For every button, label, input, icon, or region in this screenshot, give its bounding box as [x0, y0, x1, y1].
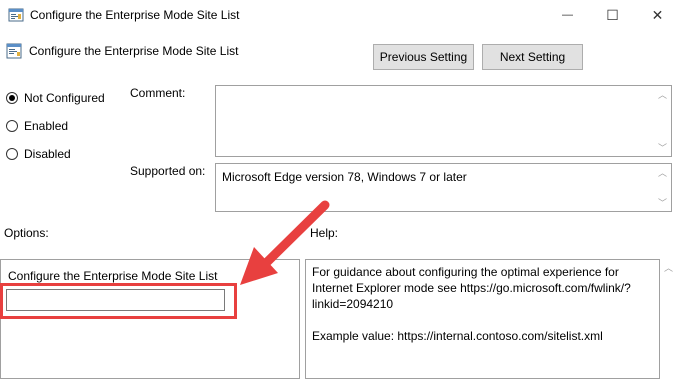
help-text: For guidance about configuring the optim…	[312, 264, 631, 344]
policy-editor-icon	[8, 8, 24, 22]
help-line: Example value: https://internal.contoso.…	[312, 329, 603, 343]
comment-label: Comment:	[130, 86, 186, 100]
radio-button[interactable]	[6, 148, 18, 160]
close-button[interactable]: ✕	[635, 0, 680, 30]
help-line: For guidance about configuring the optim…	[312, 265, 619, 279]
scroll-up-icon[interactable]: ︿	[654, 164, 671, 181]
radio-disabled[interactable]: Disabled	[6, 145, 71, 163]
radio-button[interactable]	[6, 92, 18, 104]
supported-value: Microsoft Edge version 78, Windows 7 or …	[222, 170, 467, 184]
scroll-down-icon[interactable]: ﹀	[654, 194, 671, 211]
radio-not-configured[interactable]: Not Configured	[6, 89, 105, 107]
help-scrollbar[interactable]: ︿	[660, 259, 677, 379]
maximize-button[interactable]: ☐	[590, 0, 635, 30]
supported-label: Supported on:	[130, 164, 206, 178]
minimize-button[interactable]: —	[545, 0, 590, 30]
maximize-icon: ☐	[606, 6, 619, 23]
comment-scrollbar[interactable]: ︿ ﹀	[654, 86, 671, 156]
previous-setting-label: Previous Setting	[379, 50, 468, 64]
site-list-field-label: Configure the Enterprise Mode Site List	[8, 269, 218, 283]
annotation-highlight-box	[0, 283, 237, 319]
close-icon: ✕	[651, 6, 664, 23]
radio-label: Enabled	[24, 119, 69, 133]
radio-button[interactable]	[6, 120, 18, 132]
previous-setting-button[interactable]: Previous Setting	[373, 44, 474, 70]
title-bar: Configure the Enterprise Mode Site List …	[0, 0, 680, 30]
supported-scrollbar[interactable]: ︿ ﹀	[654, 164, 671, 211]
help-line: linkid=2094210	[312, 297, 394, 311]
radio-label: Not Configured	[24, 91, 105, 105]
minimize-icon: —	[562, 9, 573, 21]
options-label: Options:	[4, 226, 49, 240]
policy-setting-icon	[6, 43, 22, 59]
policy-title: Configure the Enterprise Mode Site List	[29, 44, 239, 58]
annotation-arrow-icon	[240, 200, 330, 285]
scroll-up-icon[interactable]: ︿	[654, 86, 671, 103]
window-title: Configure the Enterprise Mode Site List	[30, 8, 240, 22]
comment-field[interactable]: ︿ ﹀	[215, 85, 672, 157]
next-setting-label: Next Setting	[499, 50, 566, 64]
radio-enabled[interactable]: Enabled	[6, 117, 68, 135]
help-panel: For guidance about configuring the optim…	[305, 259, 660, 379]
radio-label: Disabled	[24, 147, 71, 161]
scroll-down-icon[interactable]: ﹀	[654, 139, 671, 156]
help-line: Internet Explorer mode see https://go.mi…	[312, 281, 631, 295]
next-setting-button[interactable]: Next Setting	[482, 44, 583, 70]
scroll-up-icon[interactable]: ︿	[664, 261, 673, 274]
